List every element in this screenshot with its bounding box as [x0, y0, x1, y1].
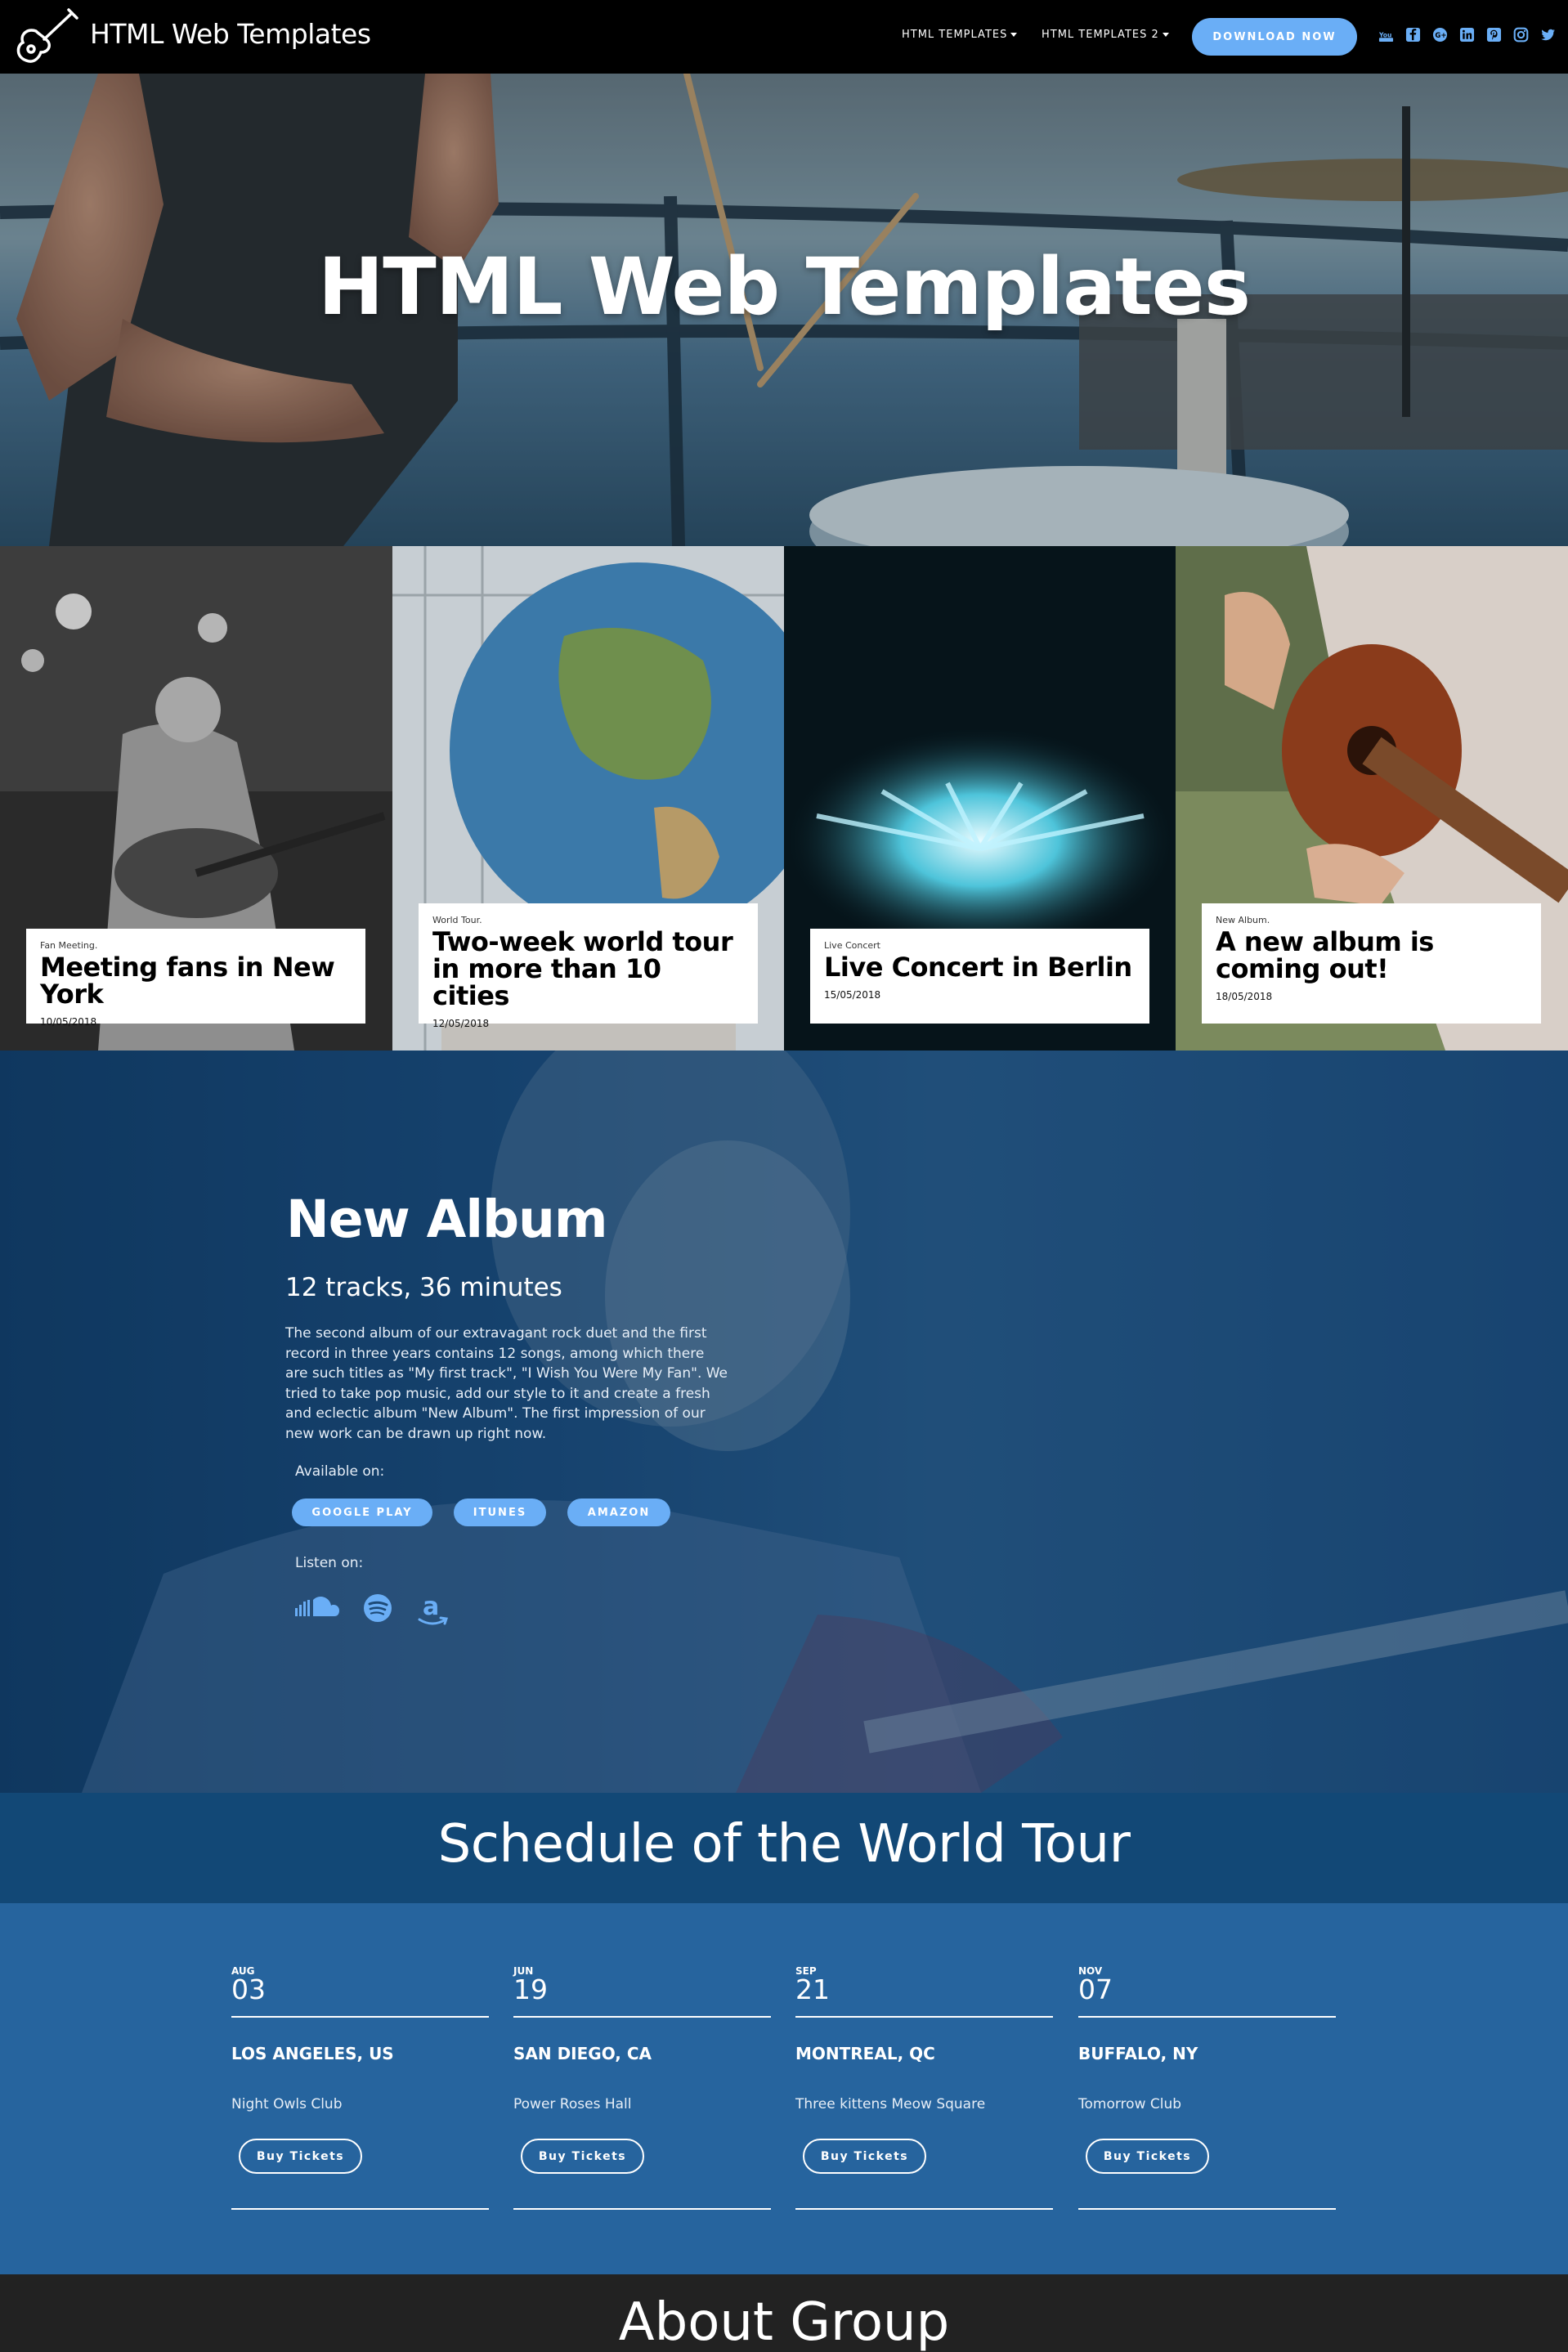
- listen-on-label: Listen on:: [295, 1555, 364, 1571]
- divider: [795, 2208, 1053, 2210]
- soundcloud-icon[interactable]: [295, 1593, 339, 1623]
- album-subtitle: 12 tracks, 36 minutes: [285, 1273, 562, 1302]
- divider: [513, 2208, 771, 2210]
- google-plus-icon[interactable]: G+: [1432, 27, 1448, 43]
- about-title: About Group: [618, 2292, 950, 2352]
- event-day: 21: [795, 1973, 830, 2005]
- hero-title: HTML Web Templates: [317, 241, 1251, 333]
- tour-event: JUN 19 SAN DIEGO, CA Power Roses Hall Bu…: [513, 1965, 771, 2232]
- card-title[interactable]: Two-week world tour in more than 10 citi…: [432, 929, 744, 1010]
- card-info: New Album. A new album is coming out! 18…: [1202, 903, 1541, 1024]
- svg-text:You: You: [1378, 31, 1391, 38]
- card-category: New Album.: [1216, 915, 1270, 925]
- card-category: Live Concert: [824, 940, 880, 951]
- card-date: 10/05/2018: [40, 1016, 97, 1028]
- download-now-button[interactable]: DOWNLOAD NOW: [1192, 18, 1357, 56]
- album-title: New Album: [286, 1189, 608, 1249]
- event-day: 19: [513, 1973, 548, 2005]
- menu-label: HTML TEMPLATES 2: [1042, 29, 1159, 41]
- card-date: 12/05/2018: [432, 1018, 490, 1029]
- divider: [795, 2016, 1053, 2018]
- social-links: You G+: [1378, 27, 1556, 43]
- card-category: World Tour.: [432, 915, 482, 925]
- amazon-button[interactable]: AMAZON: [567, 1499, 670, 1526]
- twitter-icon[interactable]: [1540, 27, 1556, 43]
- card-info: Live Concert Live Concert in Berlin 15/0…: [810, 929, 1149, 1024]
- card-title[interactable]: Live Concert in Berlin: [824, 954, 1136, 981]
- schedule-title: Schedule of the World Tour: [437, 1814, 1131, 1875]
- buy-tickets-button[interactable]: Buy Tickets: [239, 2139, 362, 2174]
- card-category: Fan Meeting.: [40, 940, 98, 951]
- svg-text:a: a: [423, 1593, 439, 1621]
- menu-html-templates-2[interactable]: HTML TEMPLATES 2: [1042, 29, 1169, 41]
- event-city: BUFFALO, NY: [1078, 2044, 1198, 2063]
- schedule-header: Schedule of the World Tour: [0, 1793, 1568, 1903]
- news-card[interactable]: Fan Meeting. Meeting fans in New York 10…: [0, 546, 392, 1051]
- card-title[interactable]: Meeting fans in New York: [40, 954, 352, 1008]
- divider: [1078, 2208, 1336, 2210]
- caret-down-icon: [1010, 33, 1018, 37]
- card-info: World Tour. Two-week world tour in more …: [419, 903, 758, 1029]
- tour-event: AUG 03 LOS ANGELES, US Night Owls Club B…: [231, 1965, 489, 2232]
- navbar: HTML Web Templates HTML TEMPLATES HTML T…: [0, 0, 1568, 74]
- tour-event: NOV 07 BUFFALO, NY Tomorrow Club Buy Tic…: [1078, 1965, 1336, 2232]
- brand-name[interactable]: HTML Web Templates: [90, 18, 371, 50]
- tour-event: SEP 21 MONTREAL, QC Three kittens Meow S…: [795, 1965, 1053, 2232]
- facebook-icon[interactable]: [1405, 27, 1421, 43]
- event-city: LOS ANGELES, US: [231, 2044, 394, 2063]
- spotify-icon[interactable]: [363, 1593, 392, 1623]
- card-date: 15/05/2018: [824, 989, 881, 1001]
- news-cards: Fan Meeting. Meeting fans in New York 10…: [0, 546, 1568, 1051]
- event-venue: Three kittens Meow Square: [795, 2096, 986, 2112]
- divider: [513, 2016, 771, 2018]
- tour-schedule: AUG 03 LOS ANGELES, US Night Owls Club B…: [0, 1903, 1568, 2274]
- new-album-section: New Album 12 tracks, 36 minutes The seco…: [0, 1051, 1568, 1793]
- available-on-label: Available on:: [295, 1463, 385, 1480]
- event-city: SAN DIEGO, CA: [513, 2044, 652, 2063]
- event-venue: Night Owls Club: [231, 2096, 343, 2112]
- event-venue: Tomorrow Club: [1078, 2096, 1182, 2112]
- amazon-icon[interactable]: a: [416, 1593, 449, 1628]
- divider: [1078, 2016, 1336, 2018]
- event-day: 07: [1078, 1973, 1113, 2005]
- youtube-icon[interactable]: You: [1378, 27, 1394, 43]
- album-background-photo: [0, 1051, 1568, 1793]
- about-section: About Group: [0, 2274, 1568, 2352]
- menu-label: HTML TEMPLATES: [902, 29, 1008, 41]
- card-date: 18/05/2018: [1216, 991, 1273, 1002]
- event-city: MONTREAL, QC: [795, 2044, 935, 2063]
- news-card[interactable]: New Album. A new album is coming out! 18…: [1176, 546, 1568, 1051]
- linkedin-icon[interactable]: [1459, 27, 1475, 43]
- google-play-button[interactable]: GOOGLE PLAY: [292, 1499, 432, 1526]
- instagram-icon[interactable]: [1513, 27, 1529, 43]
- news-card[interactable]: Live Concert Live Concert in Berlin 15/0…: [784, 546, 1176, 1051]
- card-info: Fan Meeting. Meeting fans in New York 10…: [26, 929, 365, 1028]
- hero-banner: HTML Web Templates: [0, 74, 1568, 546]
- svg-text:G+: G+: [1435, 32, 1446, 40]
- buy-tickets-button[interactable]: Buy Tickets: [803, 2139, 926, 2174]
- caret-down-icon: [1162, 33, 1169, 37]
- card-title[interactable]: A new album is coming out!: [1216, 929, 1527, 983]
- itunes-button[interactable]: ITUNES: [454, 1499, 546, 1526]
- buy-tickets-button[interactable]: Buy Tickets: [1086, 2139, 1209, 2174]
- divider: [231, 2016, 489, 2018]
- pinterest-icon[interactable]: [1486, 27, 1502, 43]
- menu-html-templates[interactable]: HTML TEMPLATES: [902, 29, 1018, 41]
- buy-tickets-button[interactable]: Buy Tickets: [521, 2139, 644, 2174]
- divider: [231, 2208, 489, 2210]
- album-description: The second album of our extravagant rock…: [285, 1325, 728, 1442]
- event-day: 03: [231, 1973, 266, 2005]
- news-card[interactable]: World Tour. Two-week world tour in more …: [392, 546, 784, 1051]
- event-venue: Power Roses Hall: [513, 2096, 632, 2112]
- guitar-logo-icon[interactable]: [11, 7, 80, 69]
